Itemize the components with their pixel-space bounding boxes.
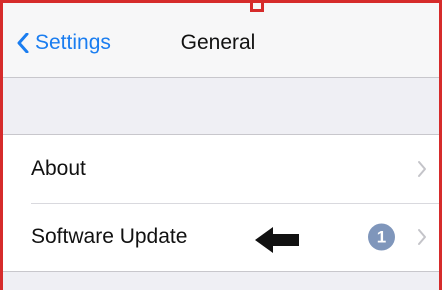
- screenshot-frame: Settings General About Software Update 1: [0, 0, 442, 290]
- frame-connector: [250, 0, 264, 12]
- settings-list: About Software Update 1: [3, 134, 439, 272]
- chevron-right-icon: [418, 229, 426, 245]
- chevron-right-icon: [418, 161, 426, 177]
- page-title: General: [180, 31, 256, 54]
- update-count-badge: 1: [368, 223, 395, 251]
- row-label-about: About: [31, 157, 86, 180]
- list-item-about[interactable]: About: [3, 135, 439, 203]
- section-spacer: [3, 78, 439, 134]
- left-arrow-icon: [255, 227, 299, 253]
- navigation-bar: Settings General: [3, 3, 439, 78]
- list-item-software-update[interactable]: Software Update 1: [3, 203, 439, 271]
- row-label-software-update: Software Update: [31, 225, 188, 248]
